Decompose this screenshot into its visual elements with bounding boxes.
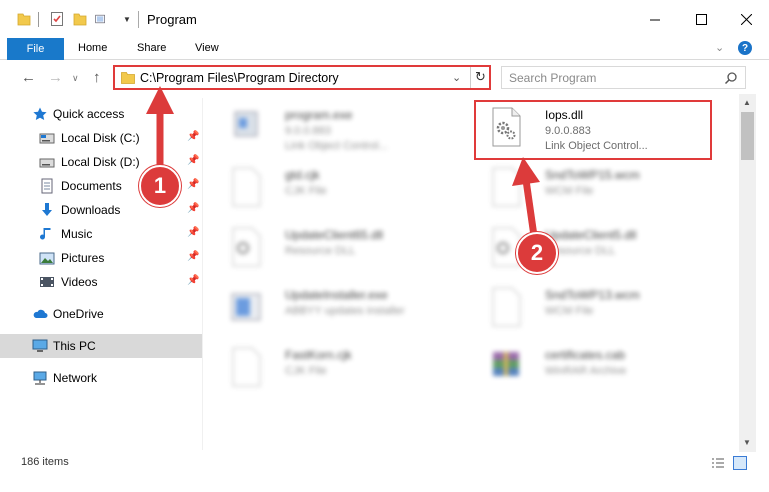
minimize-icon	[649, 19, 660, 20]
address-separator	[470, 67, 471, 88]
sidebar-item-quick-access[interactable]: Quick access	[0, 102, 202, 126]
folder-icon	[17, 13, 31, 26]
file-tile[interactable]: UpdateClient65.dll Resource DLL	[215, 222, 465, 272]
scroll-thumb[interactable]	[741, 112, 754, 160]
pin-icon[interactable]: 📌	[187, 203, 199, 214]
blank-file-icon	[492, 167, 521, 207]
tiles-view-icon[interactable]	[733, 456, 747, 470]
sidebar-item-music[interactable]: Music 📌	[0, 222, 202, 246]
sidebar-item-local-disk-c[interactable]: Local Disk (C:) 📌	[0, 126, 202, 150]
drive-icon	[39, 158, 55, 168]
iops-dll-highlight-box	[474, 100, 712, 160]
tab-home[interactable]: Home	[78, 42, 107, 54]
folder-icon	[121, 72, 135, 84]
ribbon-tabs: File Home Share View ⌄ ?	[0, 38, 769, 60]
status-bar: 186 items	[0, 452, 769, 474]
view-options-icon[interactable]	[95, 11, 109, 27]
tab-view[interactable]: View	[195, 42, 219, 54]
new-folder-icon[interactable]	[73, 11, 87, 27]
annotation-badge-2: 2	[516, 232, 558, 274]
quick-access-dropdown-icon[interactable]: ▼	[123, 15, 131, 24]
sidebar-item-onedrive[interactable]: OneDrive	[0, 302, 202, 326]
file-tile[interactable]: certificates.cab WinRAR Archive	[475, 342, 725, 392]
pin-icon[interactable]: 📌	[187, 275, 199, 286]
file-tile[interactable]: UpdateInstaller.exe ABBYY updates instal…	[215, 282, 465, 332]
navigation-bar: ← → ∨ ↑ C:\Program Files\Program Directo…	[0, 61, 769, 94]
exe-icon	[234, 111, 258, 137]
file-tile[interactable]: UpdateClient5.dll Resource DLL	[475, 222, 725, 272]
archive-icon	[493, 352, 519, 376]
maximize-button[interactable]	[678, 0, 724, 38]
details-view-icon[interactable]	[711, 457, 725, 469]
blank-file-icon	[232, 347, 261, 387]
address-path[interactable]: C:\Program Files\Program Directory	[140, 71, 339, 85]
maximize-icon	[695, 13, 707, 25]
quick-access-separator	[38, 12, 39, 27]
pin-icon[interactable]: 📌	[187, 227, 199, 238]
help-icon[interactable]: ?	[738, 41, 752, 55]
title-bar: ▼ Program	[0, 0, 769, 38]
close-icon	[740, 13, 752, 25]
file-tile[interactable]: FastKorn.cjk CJK File	[215, 342, 465, 392]
address-bar[interactable]: C:\Program Files\Program Directory ⌄ ↻	[113, 65, 491, 90]
forward-arrow-icon[interactable]: →	[48, 69, 63, 86]
pin-icon[interactable]: 📌	[187, 131, 199, 142]
recent-locations-chevron-icon[interactable]: ∨	[72, 73, 79, 84]
videos-icon	[40, 277, 54, 287]
pin-icon[interactable]: 📌	[187, 155, 199, 166]
sidebar-item-network[interactable]: Network	[0, 366, 202, 390]
navigation-pane: Quick access Local Disk (C:) 📌 Local Dis…	[0, 98, 202, 450]
documents-icon	[41, 178, 53, 194]
annotation-badge-1: 1	[139, 165, 181, 207]
download-icon	[42, 203, 52, 216]
window-title: Program	[147, 12, 197, 27]
blank-file-icon	[492, 287, 521, 327]
search-input[interactable]: Search Program	[501, 66, 746, 89]
minimize-button[interactable]	[632, 0, 678, 38]
file-tile[interactable]: gtd.cjk CJK File	[215, 162, 465, 212]
search-icon[interactable]	[724, 71, 738, 85]
cloud-icon	[33, 309, 48, 318]
back-arrow-icon[interactable]: ←	[21, 69, 36, 86]
pin-icon[interactable]: 📌	[187, 251, 199, 262]
network-icon	[33, 371, 47, 385]
sidebar-item-pictures[interactable]: Pictures 📌	[0, 246, 202, 270]
sidebar-item-videos[interactable]: Videos 📌	[0, 270, 202, 294]
vertical-scrollbar[interactable]: ▲ ▼	[739, 94, 756, 452]
tab-share[interactable]: Share	[137, 42, 166, 54]
item-count: 186 items	[21, 456, 69, 468]
computer-icon	[32, 339, 48, 352]
properties-check-icon[interactable]	[50, 11, 64, 27]
pane-splitter[interactable]	[202, 98, 203, 450]
refresh-icon[interactable]: ↻	[475, 69, 486, 85]
scroll-up-icon[interactable]: ▲	[743, 98, 751, 107]
expand-ribbon-chevron-icon[interactable]: ⌄	[715, 41, 724, 54]
blank-file-icon	[232, 167, 261, 207]
dll-gear-icon	[232, 227, 261, 267]
drive-icon	[39, 133, 55, 144]
file-tile[interactable]: SndToWP13.wcm WCM File	[475, 282, 725, 332]
music-icon	[40, 228, 51, 240]
title-separator	[138, 11, 139, 28]
star-icon	[33, 107, 47, 120]
file-tile[interactable]: SndToWP15.wcm WCM File	[475, 162, 725, 212]
up-arrow-icon[interactable]: ↑	[93, 69, 101, 86]
installer-icon	[231, 293, 261, 321]
tab-file[interactable]: File	[7, 38, 64, 60]
address-dropdown-chevron-icon[interactable]: ⌄	[452, 71, 461, 84]
close-button[interactable]	[723, 0, 769, 38]
pin-icon[interactable]: 📌	[187, 179, 199, 190]
search-placeholder: Search Program	[509, 71, 597, 85]
scroll-down-icon[interactable]: ▼	[743, 438, 751, 447]
pictures-icon	[39, 252, 55, 265]
file-tile[interactable]: program.exe 9.0.0.883 Link Object Contro…	[215, 102, 465, 152]
sidebar-item-this-pc[interactable]: This PC	[0, 334, 202, 358]
